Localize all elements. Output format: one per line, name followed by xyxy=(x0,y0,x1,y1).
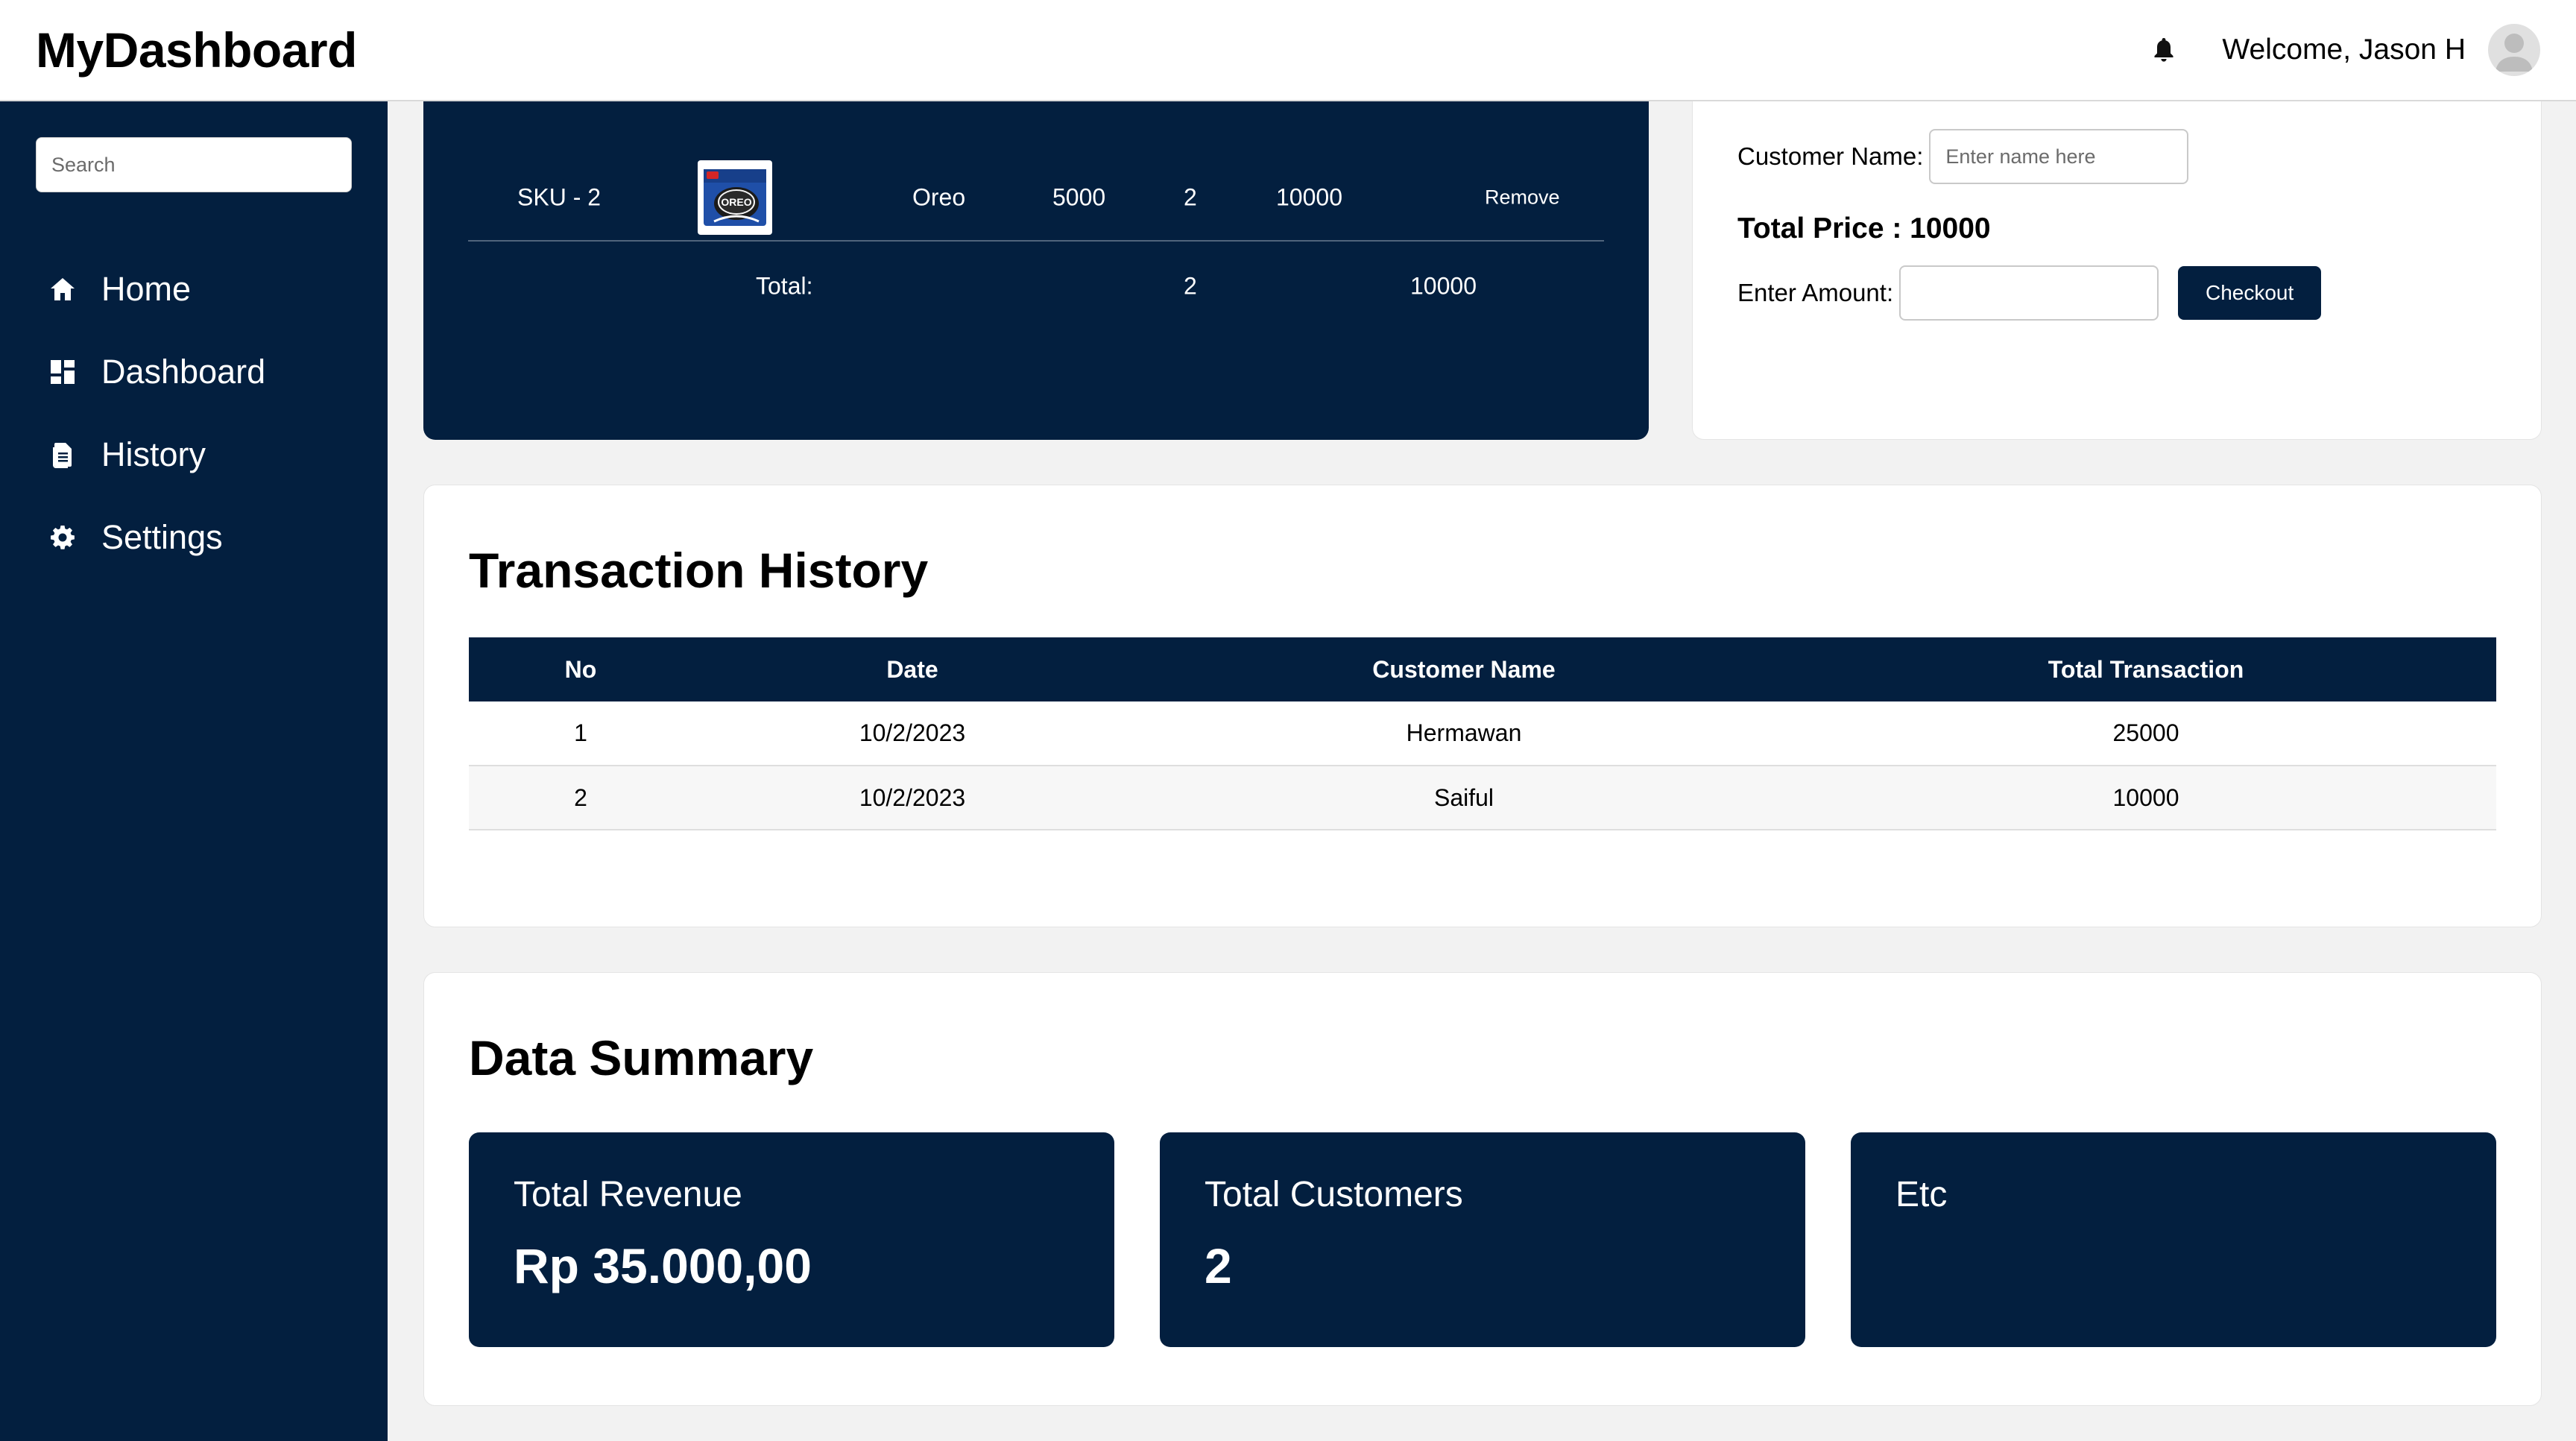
table-cell: Saiful xyxy=(1132,766,1796,830)
cart-total-quantity: 2 xyxy=(1184,272,1197,300)
sidebar-item-history[interactable]: History xyxy=(36,413,352,496)
cart-subtotal: 10000 xyxy=(1276,183,1342,211)
amount-label: Enter Amount: xyxy=(1737,279,1894,306)
sidebar: Home Dashboard History Settings xyxy=(0,101,388,1441)
stat-value: Rp 35.000,00 xyxy=(514,1238,812,1293)
cart-row: SKU - 2 OREO Oreo 5000 2 10000 Remove xyxy=(468,155,1604,242)
checkout-button[interactable]: Checkout xyxy=(2178,266,2322,320)
table-row[interactable]: 1 10/2/2023 Hermawan 25000 xyxy=(469,701,2496,766)
stat-label: Total Customers xyxy=(1205,1175,1463,1214)
column-header[interactable]: Customer Name xyxy=(1132,637,1796,701)
stat-label: Etc xyxy=(1895,1175,1948,1214)
welcome-text: Welcome, Jason H xyxy=(2222,34,2466,66)
table-cell: 10000 xyxy=(1796,766,2496,830)
cart-product-name: Oreo xyxy=(912,183,966,211)
column-header[interactable]: Total Transaction xyxy=(1796,637,2496,701)
amount-line: Enter Amount: Checkout xyxy=(1737,265,2322,321)
gear-icon xyxy=(49,524,76,551)
section-title: Transaction History xyxy=(469,543,929,598)
oreo-product-image: OREO xyxy=(698,160,772,235)
cart-price: 5000 xyxy=(1052,183,1106,211)
top-bar: MyDashboard Welcome, Jason H xyxy=(0,0,2576,101)
cart-sku: SKU - 2 xyxy=(517,183,602,211)
stat-value: 2 xyxy=(1205,1238,1232,1293)
sidebar-item-label: History xyxy=(101,435,206,473)
cart-total-label: Total: xyxy=(756,272,813,300)
svg-text:OREO: OREO xyxy=(721,196,751,208)
table-cell: 2 xyxy=(469,766,692,830)
stat-card-customers: Total Customers 2 xyxy=(1160,1132,1805,1347)
cart-quantity: 2 xyxy=(1184,183,1197,211)
table-cell: 10/2/2023 xyxy=(692,766,1132,830)
sidebar-item-settings[interactable]: Settings xyxy=(36,496,352,578)
sidebar-item-label: Dashboard xyxy=(101,352,266,391)
checkout-card: Customer Name: Total Price : 10000 Enter… xyxy=(1692,83,2542,440)
transaction-table: No Date Customer Name Total Transaction … xyxy=(469,637,2496,830)
cart-card: SKU - 2 OREO Oreo 5000 2 10000 Remove To… xyxy=(423,83,1649,440)
total-price-text: Total Price : 10000 xyxy=(1737,212,1991,245)
cart-total-sum: 10000 xyxy=(1410,272,1477,300)
home-icon xyxy=(49,276,76,303)
column-header[interactable]: Date xyxy=(692,637,1132,701)
table-cell: 1 xyxy=(469,701,692,766)
amount-input[interactable] xyxy=(1899,265,2159,321)
customer-name-line: Customer Name: xyxy=(1737,129,2189,184)
data-summary-card: Data Summary Total Revenue Rp 35.000,00 … xyxy=(423,972,2542,1406)
section-title: Data Summary xyxy=(469,1030,814,1085)
table-row[interactable]: 2 10/2/2023 Saiful 10000 xyxy=(469,766,2496,830)
search-input[interactable] xyxy=(36,137,352,192)
customer-name-label: Customer Name: xyxy=(1737,142,1924,170)
document-icon xyxy=(49,441,76,468)
stat-card-revenue: Total Revenue Rp 35.000,00 xyxy=(469,1132,1114,1347)
user-avatar-icon[interactable] xyxy=(2488,24,2540,76)
table-header-row: No Date Customer Name Total Transaction xyxy=(469,637,2496,701)
brand-title[interactable]: MyDashboard xyxy=(36,22,357,78)
customer-name-input[interactable] xyxy=(1929,129,2189,184)
table-cell: 25000 xyxy=(1796,701,2496,766)
sidebar-nav: Home Dashboard History Settings xyxy=(36,247,352,578)
stat-card-etc: Etc xyxy=(1851,1132,2496,1347)
table-cell: Hermawan xyxy=(1132,701,1796,766)
sidebar-item-home[interactable]: Home xyxy=(36,247,352,330)
remove-button[interactable]: Remove xyxy=(1485,186,1560,209)
cart-total-row: Total: 2 10000 xyxy=(468,242,1604,331)
sidebar-item-label: Home xyxy=(101,269,192,308)
top-bar-right: Welcome, Jason H xyxy=(2149,24,2540,76)
column-header[interactable]: No xyxy=(469,637,692,701)
sidebar-item-dashboard[interactable]: Dashboard xyxy=(36,330,352,413)
dashboard-grid-icon xyxy=(49,359,76,385)
sidebar-item-label: Settings xyxy=(101,517,223,556)
stat-label: Total Revenue xyxy=(514,1175,742,1214)
bell-icon[interactable] xyxy=(2149,34,2179,66)
transaction-history-card: Transaction History No Date Customer Nam… xyxy=(423,485,2542,927)
table-cell: 10/2/2023 xyxy=(692,701,1132,766)
